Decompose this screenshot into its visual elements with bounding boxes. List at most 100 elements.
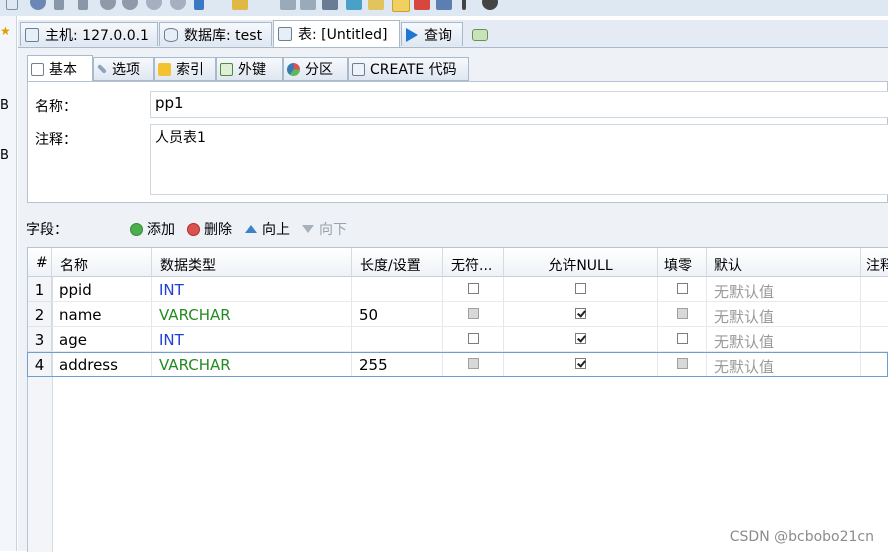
- down-label: 向下: [319, 222, 347, 238]
- star-icon: ★: [0, 24, 11, 38]
- move-up-button[interactable]: 向上: [245, 219, 290, 239]
- zerofill-checkbox[interactable]: [677, 283, 688, 294]
- save-icon[interactable]: [6, 0, 18, 10]
- length-cell[interactable]: [352, 277, 443, 302]
- save-file-icon[interactable]: [280, 0, 296, 10]
- name-cell[interactable]: name: [52, 302, 152, 327]
- foreign-key-icon: [220, 62, 233, 76]
- remove-record-icon[interactable]: [122, 0, 138, 10]
- comment-cell[interactable]: [861, 327, 888, 352]
- allow-null-checkbox[interactable]: [575, 308, 586, 319]
- first-record-icon[interactable]: [54, 0, 64, 10]
- unsigned-checkbox[interactable]: [468, 283, 479, 294]
- default-cell[interactable]: 无默认值: [707, 327, 861, 352]
- column-header-unsigned[interactable]: 无符...: [443, 248, 504, 277]
- help-icon[interactable]: [30, 0, 46, 10]
- tab-label: 表: [Untitled]: [298, 27, 388, 43]
- column-header-allow-null[interactable]: 允许NULL: [504, 248, 658, 277]
- default-cell[interactable]: 无默认值: [707, 302, 861, 327]
- unsigned-checkbox[interactable]: [468, 308, 479, 319]
- allow-null-cell[interactable]: [504, 327, 658, 352]
- add-field-button[interactable]: 添加: [130, 219, 175, 239]
- tab-query[interactable]: 查询: [401, 22, 463, 46]
- allow-null-checkbox[interactable]: [575, 283, 586, 294]
- subtab-options[interactable]: 选项: [93, 57, 154, 81]
- zerofill-checkbox[interactable]: [677, 308, 688, 319]
- table-name-input[interactable]: pp1: [150, 91, 888, 118]
- column-header-zerofill[interactable]: 填零: [658, 248, 707, 277]
- subtab-basic[interactable]: 基本: [27, 55, 93, 82]
- subtab-label: 外键: [238, 62, 266, 78]
- row-number[interactable]: 1: [28, 277, 52, 302]
- server-icon: [25, 27, 39, 42]
- zerofill-cell[interactable]: [658, 327, 707, 352]
- zerofill-cell[interactable]: [658, 302, 707, 327]
- row-number[interactable]: 3: [28, 327, 52, 352]
- subtab-label: 选项: [112, 62, 140, 78]
- selected-row-outline: [27, 352, 888, 377]
- column-header-length[interactable]: 长度/设置: [352, 248, 443, 277]
- tab-database[interactable]: 数据库: test: [159, 22, 272, 46]
- subtab-create-code[interactable]: CREATE 代码: [348, 57, 469, 81]
- fields-label: 字段：: [26, 222, 68, 238]
- last-record-icon[interactable]: [78, 0, 88, 10]
- column-header-datatype[interactable]: 数据类型: [152, 248, 352, 277]
- more-icon[interactable]: [462, 0, 466, 10]
- query-tab-icon[interactable]: [232, 0, 248, 10]
- fields-grid: # 名称 数据类型 长度/设置 无符... 允许NULL 填零 默认 注释 1p…: [27, 247, 888, 552]
- type-cell[interactable]: VARCHAR: [152, 302, 352, 327]
- sync-icon[interactable]: [346, 0, 362, 10]
- lightning-icon: [158, 62, 171, 76]
- type-cell[interactable]: INT: [152, 327, 352, 352]
- allow-null-cell[interactable]: [504, 277, 658, 302]
- allow-null-checkbox[interactable]: [575, 333, 586, 344]
- tab-label: 查询: [424, 27, 452, 44]
- fields-toolbar: 字段： 添加 删除 向上 向下: [18, 214, 888, 244]
- subtab-foreign-keys[interactable]: 外键: [216, 57, 283, 81]
- database-icon: [164, 27, 178, 42]
- zerofill-checkbox[interactable]: [677, 333, 688, 344]
- column-header-default[interactable]: 默认: [707, 248, 861, 277]
- row-number[interactable]: 2: [28, 302, 52, 327]
- default-cell[interactable]: 无默认值: [707, 277, 861, 302]
- add-icon: [130, 222, 143, 236]
- column-header-comment[interactable]: 注释: [861, 248, 888, 277]
- column-header-number[interactable]: #: [28, 248, 52, 277]
- tab-table[interactable]: 表: [Untitled]: [273, 20, 400, 47]
- subtab-partitions[interactable]: 分区: [283, 57, 348, 81]
- type-cell[interactable]: INT: [152, 277, 352, 302]
- unsigned-cell[interactable]: [443, 302, 504, 327]
- zerofill-cell[interactable]: [658, 277, 707, 302]
- edit-icon[interactable]: [368, 0, 384, 10]
- move-down-button[interactable]: 向下: [302, 219, 347, 239]
- column-header-name[interactable]: 名称: [52, 248, 152, 277]
- name-cell[interactable]: age: [52, 327, 152, 352]
- subtab-indexes[interactable]: 索引: [154, 57, 216, 81]
- comment-cell[interactable]: [861, 277, 888, 302]
- main-toolbar: [0, 0, 888, 16]
- unsigned-checkbox[interactable]: [468, 333, 479, 344]
- percent-icon[interactable]: [414, 0, 430, 10]
- table-comment-input[interactable]: 人员表1: [150, 124, 888, 195]
- export-icon[interactable]: [300, 0, 316, 10]
- run-icon[interactable]: [194, 0, 204, 10]
- warning-icon[interactable]: [392, 0, 410, 12]
- name-cell[interactable]: ppid: [52, 277, 152, 302]
- delete-field-button[interactable]: 删除: [187, 219, 232, 239]
- tab-host[interactable]: 主机: 127.0.0.1: [20, 22, 158, 46]
- cancel-icon[interactable]: [170, 0, 186, 10]
- grid-icon[interactable]: [322, 0, 338, 10]
- partition-icon: [287, 62, 300, 76]
- unsigned-cell[interactable]: [443, 277, 504, 302]
- wrap-icon[interactable]: [436, 0, 452, 10]
- allow-null-cell[interactable]: [504, 302, 658, 327]
- comment-cell[interactable]: [861, 302, 888, 327]
- length-cell[interactable]: [352, 327, 443, 352]
- new-query-tab-icon[interactable]: [472, 29, 488, 41]
- unsigned-cell[interactable]: [443, 327, 504, 352]
- length-cell[interactable]: 50: [352, 302, 443, 327]
- close-icon[interactable]: [482, 0, 498, 10]
- add-record-icon[interactable]: [100, 0, 116, 10]
- subtab-label: 分区: [305, 62, 333, 78]
- check-icon[interactable]: [146, 0, 162, 10]
